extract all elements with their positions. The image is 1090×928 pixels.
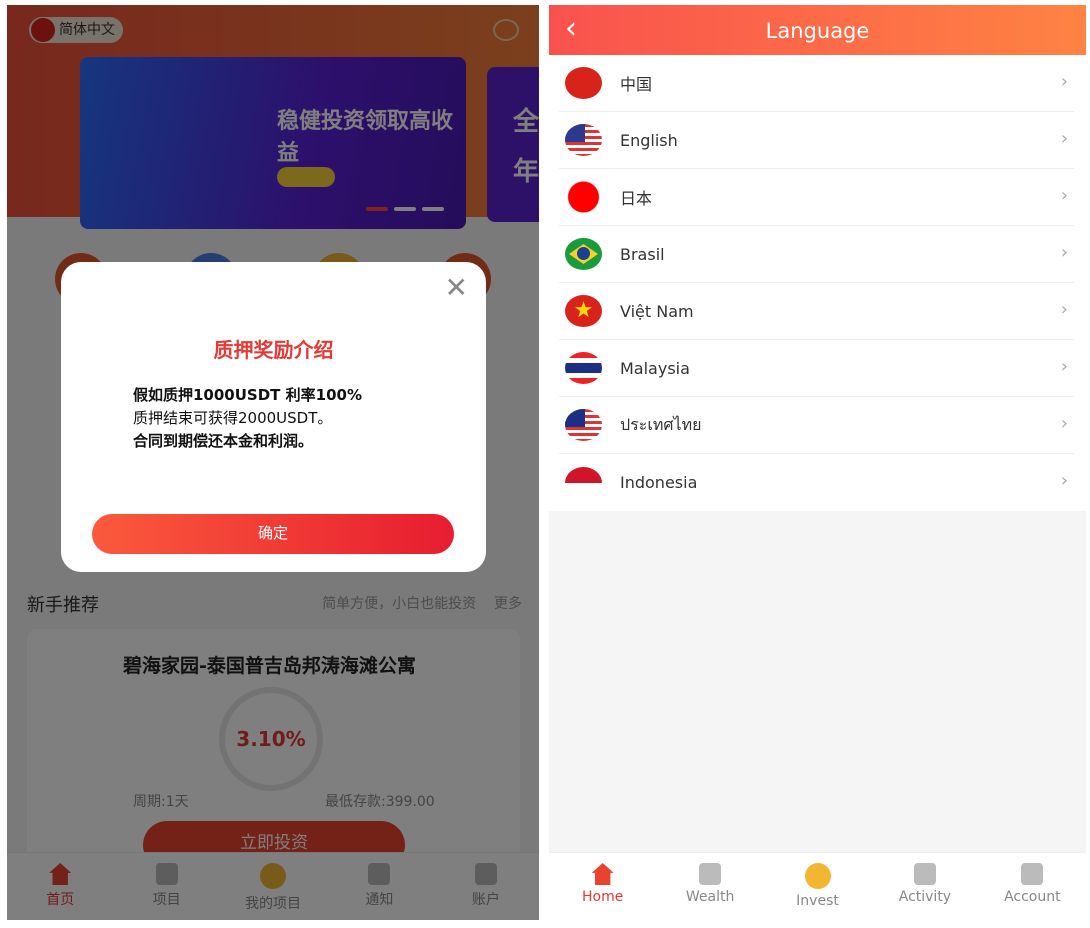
close-icon[interactable]: ✕ bbox=[445, 274, 468, 302]
flag-icon bbox=[913, 863, 936, 885]
modal-title: 质押奖励介绍 bbox=[213, 338, 334, 362]
thailand-flag-icon bbox=[565, 352, 602, 384]
language-item-brasil[interactable]: Brasil › bbox=[559, 226, 1074, 283]
chevron-right-icon: › bbox=[1060, 242, 1068, 263]
header: ‹ Language bbox=[549, 5, 1086, 55]
language-screen: ‹ Language 中国 › English › 日本 › Brasil › ★ Việt… bbox=[549, 5, 1086, 920]
malaysia-flag-icon bbox=[565, 409, 602, 441]
chevron-right-icon: › bbox=[1060, 71, 1068, 92]
bottom-tab-bar: Home Wealth Invest Activity Account bbox=[549, 852, 1086, 920]
language-item-malaysia[interactable]: Malaysia › bbox=[559, 340, 1074, 397]
language-item-japan[interactable]: 日本 › bbox=[559, 169, 1074, 226]
chevron-right-icon: › bbox=[1060, 470, 1068, 491]
home-icon bbox=[591, 863, 614, 885]
indonesia-flag-icon bbox=[565, 466, 602, 499]
language-list: 中国 › English › 日本 › Brasil › ★ Việt Nam › Mala… bbox=[549, 55, 1086, 511]
modal-body: 假如质押1000USDT 利率100% 质押结束可获得2000USDT。 合同到… bbox=[133, 386, 362, 450]
chevron-right-icon: › bbox=[1060, 299, 1068, 320]
brazil-flag-icon bbox=[565, 238, 602, 270]
home-screen: 简体中文 稳健投资领取高收益 全 年 新手推荐简单方便，小白也能投资 更多 碧海… bbox=[7, 5, 539, 920]
language-item-indonesia[interactable]: Indonesia › bbox=[559, 454, 1074, 511]
chevron-right-icon: › bbox=[1060, 413, 1068, 434]
tab-home[interactable]: Home bbox=[549, 853, 656, 920]
confirm-button[interactable]: 确定 bbox=[92, 514, 454, 554]
language-item-vietnam[interactable]: ★ Việt Nam › bbox=[559, 283, 1074, 340]
us-flag-icon bbox=[565, 124, 602, 156]
language-item-english[interactable]: English › bbox=[559, 112, 1074, 169]
back-icon[interactable]: ‹ bbox=[565, 5, 577, 53]
tab-wealth[interactable]: Wealth bbox=[656, 853, 763, 920]
page-title: Language bbox=[765, 19, 870, 43]
chevron-right-icon: › bbox=[1060, 128, 1068, 149]
chevron-right-icon: › bbox=[1060, 185, 1068, 206]
user-icon bbox=[1021, 863, 1044, 885]
vietnam-flag-icon: ★ bbox=[565, 295, 602, 327]
tab-invest[interactable]: Invest bbox=[764, 853, 871, 920]
coins-icon bbox=[804, 863, 831, 889]
china-flag-icon bbox=[565, 67, 602, 99]
money-bag-icon bbox=[699, 863, 722, 885]
tab-activity[interactable]: Activity bbox=[871, 853, 978, 920]
chevron-right-icon: › bbox=[1060, 356, 1068, 377]
language-item-thai[interactable]: ประเทศไทย › bbox=[559, 397, 1074, 454]
japan-flag-icon bbox=[565, 181, 602, 213]
tab-account[interactable]: Account bbox=[979, 853, 1086, 920]
reward-modal: ✕ 质押奖励介绍 假如质押1000USDT 利率100% 质押结束可获得2000… bbox=[61, 262, 486, 572]
language-item-china[interactable]: 中国 › bbox=[559, 55, 1074, 112]
